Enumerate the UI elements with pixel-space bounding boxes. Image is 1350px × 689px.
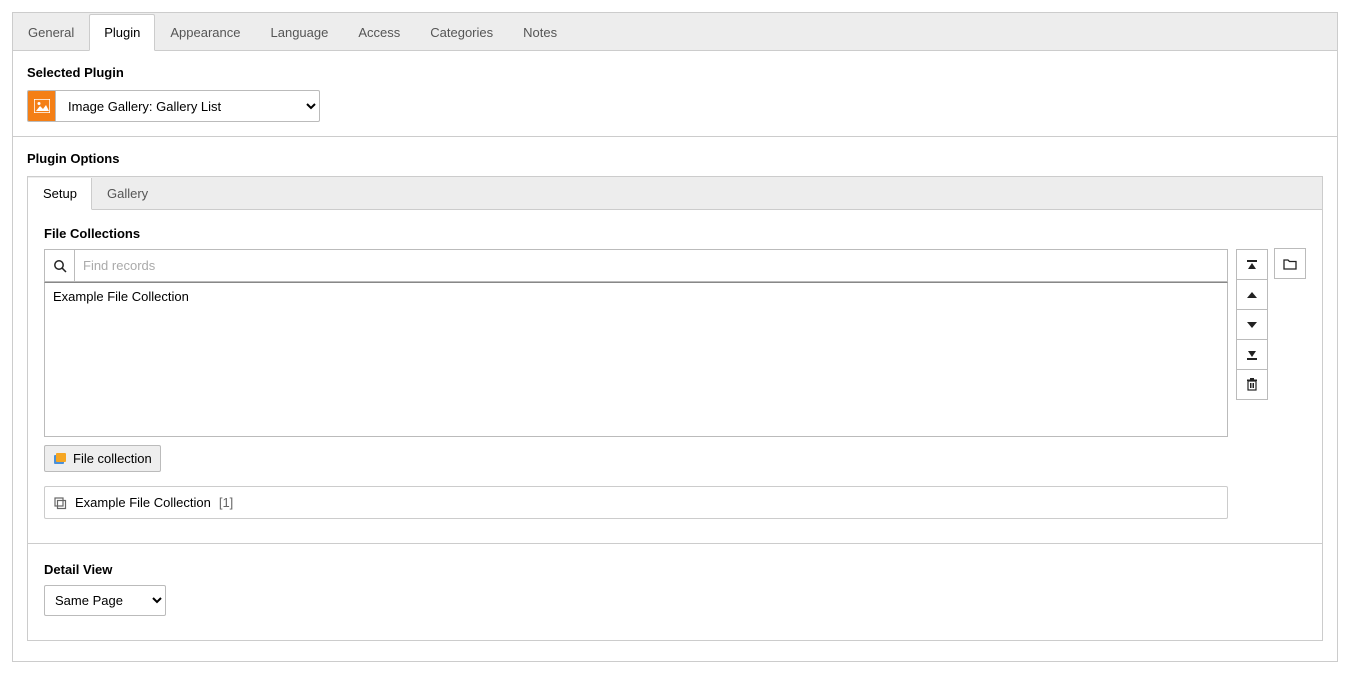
file-collections-listbox[interactable]: Example File Collection [44,282,1228,437]
row-name: Example File Collection [75,495,211,510]
browse-button[interactable] [1274,248,1306,279]
content-panel: General Plugin Appearance Language Acces… [12,12,1338,662]
tab-language[interactable]: Language [256,14,344,51]
list-item[interactable]: Example File Collection [45,283,1227,310]
detail-view-label: Detail View [44,562,1306,577]
move-top-icon [1246,259,1258,271]
plugin-options-tabs: Setup Gallery [27,176,1323,210]
tab-categories[interactable]: Categories [415,14,508,51]
add-file-collection-button[interactable]: File collection [44,445,161,472]
selected-plugin-label: Selected Plugin [27,65,1323,80]
add-file-collection-label: File collection [73,451,152,466]
search-icon [45,250,75,281]
plugin-options-section: Plugin Options Setup Gallery File Collec… [13,137,1337,661]
tab-general[interactable]: General [13,14,89,51]
move-up-button[interactable] [1236,279,1268,310]
plugin-selector-row: Image Gallery: Gallery List [27,90,1323,122]
copy-icon [53,496,67,510]
plugin-select[interactable]: Image Gallery: Gallery List [55,90,320,122]
plugin-options-label: Plugin Options [27,151,1323,166]
image-icon [27,90,55,122]
move-down-icon [1246,319,1258,331]
search-input[interactable] [75,250,1227,281]
reorder-controls [1236,249,1268,400]
row-count: [1] [219,495,233,510]
file-collection-icon [53,452,67,466]
move-top-button[interactable] [1236,249,1268,280]
search-bar [44,249,1228,282]
folder-icon [1283,258,1297,270]
delete-button[interactable] [1236,369,1268,400]
main-tabs: General Plugin Appearance Language Acces… [13,13,1337,51]
tab-notes[interactable]: Notes [508,14,572,51]
move-bottom-icon [1246,349,1258,361]
file-collections-label: File Collections [44,226,1306,241]
trash-icon [1246,378,1258,391]
subtab-gallery[interactable]: Gallery [92,178,163,210]
setup-panel: File Collections Example File Collection [27,210,1323,641]
tab-plugin[interactable]: Plugin [89,14,155,51]
divider [28,543,1322,544]
tab-appearance[interactable]: Appearance [155,14,255,51]
file-collection-row[interactable]: Example File Collection [1] [44,486,1228,519]
detail-view-select[interactable]: Same Page [44,585,166,616]
selected-plugin-section: Selected Plugin Image Gallery: Gallery L… [13,51,1337,137]
move-bottom-button[interactable] [1236,339,1268,370]
subtab-setup[interactable]: Setup [28,178,92,210]
tab-access[interactable]: Access [343,14,415,51]
move-down-button[interactable] [1236,309,1268,340]
move-up-icon [1246,289,1258,301]
